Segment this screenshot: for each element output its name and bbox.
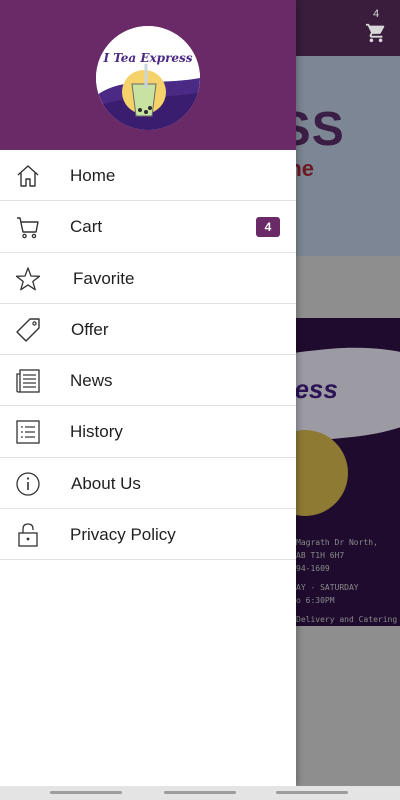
poster-info: Magrath Dr North, AB T1H 6H7 94-1609 AY … [296,536,397,626]
tag-icon [14,316,42,344]
bubble-tea-logo-icon: I Tea Express [96,26,200,130]
cart-icon [365,23,385,43]
menu-item-cart[interactable]: Cart 4 [0,201,296,253]
cart-count-badge: 4 [256,217,280,238]
menu-item-about-us[interactable]: About Us [0,458,296,510]
home-icon [14,162,42,190]
menu-item-privacy-policy[interactable]: Privacy Policy [0,509,296,561]
star-icon [14,265,42,293]
menu-label-cart: Cart [70,217,103,237]
system-navigation-bar [0,786,400,800]
menu-item-favorite[interactable]: Favorite [0,253,296,304]
poster-address: Magrath Dr North, [296,538,378,547]
menu-item-home[interactable]: Home [0,150,296,202]
menu-item-offer[interactable]: Offer [0,304,296,356]
nav-back-handle[interactable] [50,791,122,794]
poster-services: Delivery and Catering [296,615,398,624]
menu-label-offer: Offer [71,319,109,339]
menu-label-about-us: About Us [71,473,141,493]
navigation-drawer: I Tea Express Home Cart 4 Favorite Offer… [0,0,296,786]
info-icon [14,470,42,498]
logo-text: I Tea Express [102,51,192,65]
news-icon [14,367,42,395]
toolbar-cart-button[interactable]: 4 [364,8,388,48]
nav-home-handle[interactable] [164,791,236,794]
menu-label-history: History [70,422,123,442]
drawer-menu: Home Cart 4 Favorite Offer News History … [0,150,296,561]
menu-label-news: News [70,371,113,391]
poster-city: AB T1H 6H7 [296,551,345,560]
poster-phone: 94-1609 [296,564,330,573]
menu-label-favorite: Favorite [73,268,135,288]
menu-item-history[interactable]: History [0,406,296,458]
menu-label-privacy-policy: Privacy Policy [70,525,176,545]
drawer-header: I Tea Express [0,0,296,150]
toolbar-cart-count: 4 [372,8,380,20]
cart-icon [14,213,42,241]
poster-hours: o 6:30PM [296,596,335,605]
brand-logo: I Tea Express [96,26,200,130]
menu-label-home: Home [70,166,116,185]
menu-item-news[interactable]: News [0,355,296,407]
lock-icon [14,521,42,549]
nav-recents-handle[interactable] [276,791,348,794]
poster-days: AY - SATURDAY [296,583,359,592]
list-icon [14,418,42,446]
